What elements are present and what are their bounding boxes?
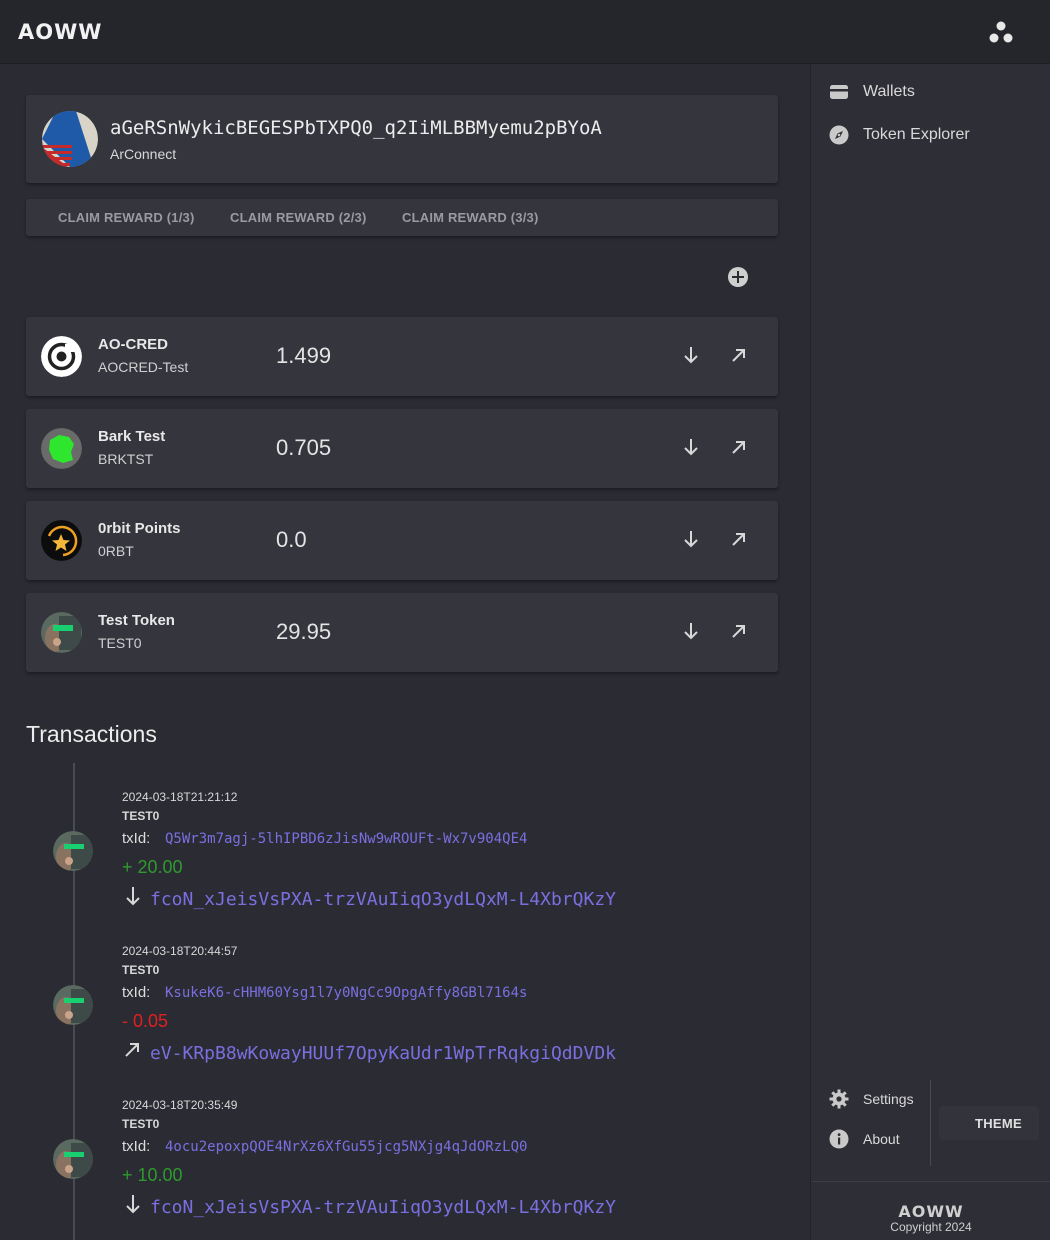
wallet-address[interactable]: aGeRSnWykicBEGESPbTXPQ0_q2IiMLBBMyemu2pB… — [110, 117, 602, 139]
divider — [811, 1181, 1050, 1182]
test-token-icon — [53, 985, 93, 1025]
ao-cred-icon — [41, 336, 82, 377]
claim-reward-2-button[interactable]: CLAIM REWARD (2/3) — [230, 210, 367, 225]
counterparty-address-link[interactable]: fcoN_xJeisVsPXA-trzVAuIiqO3ydLQxM-L4XbrQ… — [150, 889, 616, 910]
claim-rewards-bar: CLAIM REWARD (1/3) CLAIM REWARD (2/3) CL… — [26, 199, 778, 236]
sidebar-item-label: Settings — [863, 1091, 914, 1107]
txid-label: txId: — [122, 984, 151, 1001]
token-card-orbit-points[interactable]: 0rbit Points 0RBT 0.0 — [26, 501, 778, 580]
transactions-heading: Transactions — [26, 721, 157, 747]
receive-arrow-icon[interactable] — [680, 620, 702, 642]
wallet-avatar — [42, 111, 98, 167]
transaction-date: 2024-03-18T20:35:49 — [122, 1098, 238, 1112]
transaction-date: 2024-03-18T21:21:12 — [122, 790, 238, 804]
counterparty-address-link[interactable]: eV-KRpB8wKowayHUUf7OpyKaUdr1WpTrRqkgiQdD… — [150, 1043, 616, 1064]
token-name: 0rbit Points — [98, 520, 181, 537]
send-arrow-icon[interactable] — [728, 620, 750, 642]
app-logo[interactable]: AOWW — [18, 20, 102, 44]
send-arrow-icon[interactable] — [728, 344, 750, 366]
wallet-provider: ArConnect — [110, 146, 177, 162]
token-ticker: AOCRED-Test — [98, 359, 189, 375]
receive-arrow-icon[interactable] — [680, 344, 702, 366]
test-token-icon — [53, 1139, 93, 1179]
transaction-ticker: TEST0 — [122, 963, 160, 977]
token-ticker: 0RBT — [98, 543, 134, 559]
moon-icon — [950, 1114, 959, 1132]
token-name: Bark Test — [98, 428, 166, 445]
divider — [930, 1080, 931, 1166]
bark-test-icon — [41, 428, 82, 469]
send-arrow-icon[interactable] — [728, 436, 750, 458]
token-balance: 29.95 — [276, 619, 332, 644]
apps-menu-icon[interactable] — [988, 20, 1014, 46]
token-balance: 0.0 — [276, 527, 307, 552]
test-token-icon — [41, 612, 82, 653]
copyright-text: Copyright 2024 — [890, 1220, 972, 1234]
transaction-ticker: TEST0 — [122, 1117, 160, 1131]
transaction-id-link[interactable]: Q5Wr3m7agj-5lhIPBD6zJisNw9wROUFt-Wx7v904… — [165, 831, 527, 847]
transaction-amount: - 0.05 — [122, 1011, 169, 1031]
token-balance: 0.705 — [276, 435, 332, 460]
claim-reward-3-button[interactable]: CLAIM REWARD (3/3) — [402, 210, 539, 225]
counterparty-address-link[interactable]: fcoN_xJeisVsPXA-trzVAuIiqO3ydLQxM-L4XbrQ… — [150, 1197, 616, 1218]
sidebar-item-label: Token Explorer — [863, 126, 970, 143]
token-card-test-token[interactable]: Test Token TEST0 29.95 — [26, 593, 778, 672]
receive-arrow-icon[interactable] — [680, 528, 702, 550]
compass-icon — [829, 125, 849, 145]
theme-toggle-button[interactable]: THEME — [939, 1106, 1039, 1140]
add-token-icon[interactable] — [727, 266, 749, 288]
token-name: AO-CRED — [98, 336, 168, 353]
test-token-icon — [53, 831, 93, 871]
sidebar: Wallets Token Explorer Settings About TH… — [810, 64, 1050, 1240]
claim-reward-1-button[interactable]: CLAIM REWARD (1/3) — [58, 210, 195, 225]
transaction-ticker: TEST0 — [122, 809, 160, 823]
wallet-card: aGeRSnWykicBEGESPbTXPQ0_q2IiMLBBMyemu2pB… — [26, 95, 778, 183]
token-ticker: TEST0 — [98, 635, 142, 651]
orbit-points-icon — [41, 520, 82, 561]
incoming-arrow-icon — [126, 887, 140, 906]
transaction-date: 2024-03-18T20:44:57 — [122, 944, 238, 958]
info-icon — [829, 1129, 849, 1149]
transaction-id-link[interactable]: 4ocu2epoxpQOE4NrXz6XfGu55jcg5NXjg4qJdORz… — [165, 1139, 527, 1155]
transaction-amount: + 20.00 — [122, 857, 183, 877]
token-balance: 1.499 — [276, 343, 332, 368]
token-name: Test Token — [98, 612, 175, 629]
top-app-bar: AOWW — [0, 0, 1050, 64]
sidebar-item-about[interactable]: About — [827, 1124, 927, 1154]
sidebar-item-label: Wallets — [863, 83, 915, 100]
theme-label: THEME — [975, 1116, 1022, 1131]
footer-logo: AOWW — [898, 1202, 964, 1221]
receive-arrow-icon[interactable] — [680, 436, 702, 458]
token-card-bark-test[interactable]: Bark Test BRKTST 0.705 — [26, 409, 778, 488]
txid-label: txId: — [122, 830, 151, 847]
send-arrow-icon[interactable] — [728, 528, 750, 550]
transaction-id-link[interactable]: KsukeK6-cHHM60Ysg1l7y0NgCc9OpgAffy8GBl71… — [165, 985, 527, 1001]
gear-icon — [829, 1089, 849, 1109]
incoming-arrow-icon — [126, 1195, 140, 1214]
token-card-ao-cred[interactable]: AO-CRED AOCRED-Test 1.499 — [26, 317, 778, 396]
sidebar-item-wallets[interactable]: Wallets — [827, 77, 1027, 107]
sidebar-item-token-explorer[interactable]: Token Explorer — [827, 120, 1027, 150]
outgoing-arrow-icon — [125, 1043, 139, 1057]
wallet-icon — [830, 85, 848, 99]
transaction-amount: + 10.00 — [122, 1165, 183, 1185]
sidebar-item-label: About — [863, 1131, 900, 1147]
sidebar-item-settings[interactable]: Settings — [827, 1084, 927, 1114]
txid-label: txId: — [122, 1138, 151, 1155]
token-ticker: BRKTST — [98, 451, 154, 467]
main-content: aGeRSnWykicBEGESPbTXPQ0_q2IiMLBBMyemu2pB… — [0, 64, 810, 1240]
